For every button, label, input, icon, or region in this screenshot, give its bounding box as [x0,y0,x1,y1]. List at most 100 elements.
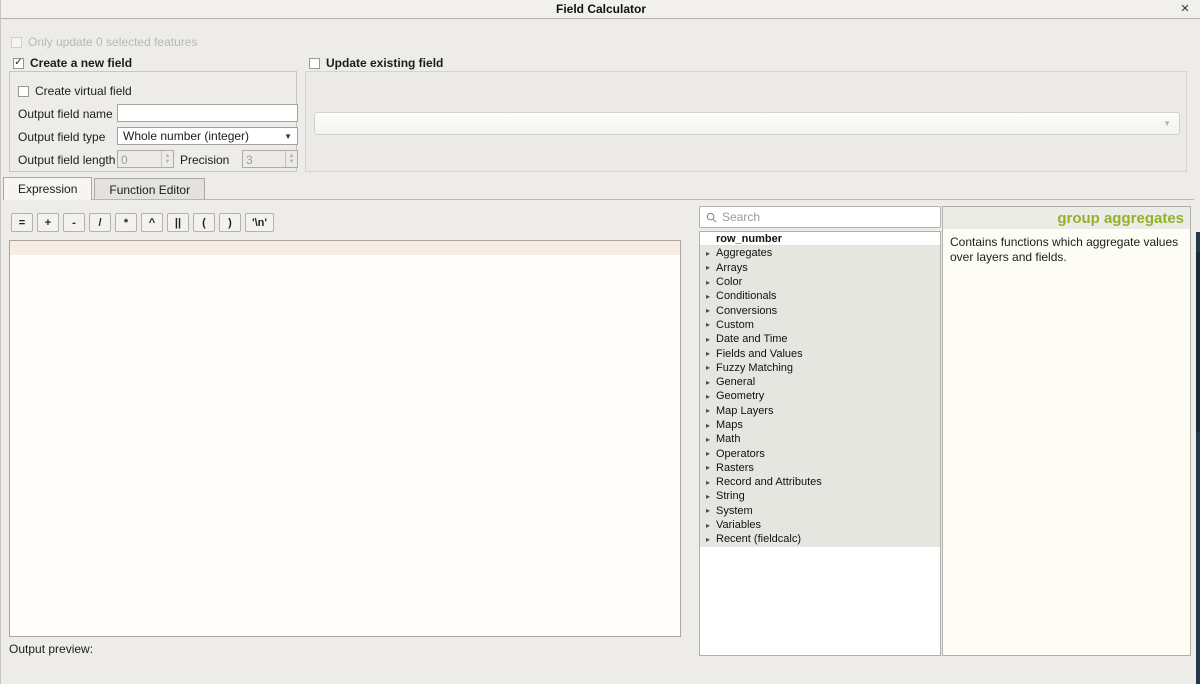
checkbox-box[interactable] [11,37,22,48]
expand-arrow-icon[interactable]: ▸ [702,521,714,530]
create-virtual-field-label: Create virtual field [35,84,132,98]
operator-button[interactable]: || [167,213,189,232]
function-group-label: Fuzzy Matching [714,362,793,374]
expand-arrow-icon[interactable]: ▸ [702,349,714,358]
help-body: Contains functions which aggregate value… [943,229,1190,271]
function-group-item[interactable]: ▸System [700,504,940,518]
title-bar: Field Calculator ✕ [1,0,1200,19]
operator-button[interactable]: + [37,213,59,232]
expand-arrow-icon[interactable]: ▸ [702,392,714,401]
existing-field-groupbox: ▼ [305,71,1187,172]
output-field-type-combo[interactable]: Whole number (integer) ▼ [117,127,298,145]
dialog-title: Field Calculator [556,2,646,16]
background-scrollbar[interactable] [1196,232,1200,684]
expression-editor[interactable] [9,240,681,637]
expand-arrow-icon[interactable]: ▸ [702,363,714,372]
checkbox-checked-box[interactable]: ✓ [13,58,24,69]
function-group-item[interactable]: ▸Custom [700,318,940,332]
tab-divider [3,199,1194,200]
new-field-groupbox: Create virtual field Output field name O… [9,71,297,172]
combo-selected-value: Whole number (integer) [123,129,284,143]
expand-arrow-icon[interactable]: ▸ [702,335,714,344]
chevron-down-icon: ▼ [1163,119,1171,128]
expand-arrow-icon[interactable]: ▸ [702,506,714,515]
function-group-label: General [714,376,755,388]
close-icon[interactable]: ✕ [1177,2,1193,17]
expand-arrow-icon[interactable]: ▸ [702,292,714,301]
function-group-item[interactable]: ▸Fuzzy Matching [700,361,940,375]
function-group-item[interactable]: ▸Arrays [700,261,940,275]
operator-button[interactable]: - [63,213,85,232]
spinner-arrows-icon[interactable]: ▲▼ [161,151,173,167]
expand-arrow-icon[interactable]: ▸ [702,449,714,458]
only-update-checkbox[interactable]: Only update 0 selected features [11,35,197,49]
function-group-item[interactable]: ▸Date and Time [700,332,940,346]
expand-arrow-icon[interactable]: ▸ [702,421,714,430]
function-group-item[interactable]: ▸Fields and Values [700,346,940,360]
tab-bar: Expression Function Editor [3,177,207,200]
function-group-label: Map Layers [714,405,773,417]
tab-function-editor[interactable]: Function Editor [94,178,205,200]
checkbox-box[interactable] [18,86,29,97]
operator-button[interactable]: '\n' [245,213,274,232]
search-input[interactable] [722,210,934,224]
create-new-field-checkbox[interactable]: ✓ Create a new field [13,56,132,70]
tab-expression[interactable]: Expression [3,177,92,200]
function-group-item[interactable]: ▸Color [700,275,940,289]
function-group-label: Date and Time [714,333,788,345]
expand-arrow-icon[interactable]: ▸ [702,463,714,472]
expand-arrow-icon[interactable]: ▸ [702,435,714,444]
function-group-item[interactable]: ▸String [700,489,940,503]
operator-button[interactable]: * [115,213,137,232]
expand-arrow-icon[interactable]: ▸ [702,320,714,329]
function-group-item[interactable]: ▸Aggregates [700,246,940,260]
function-group-item[interactable]: ▸Math [700,432,940,446]
expand-arrow-icon[interactable]: ▸ [702,378,714,387]
operator-button[interactable]: ( [193,213,215,232]
expand-arrow-icon[interactable]: ▸ [702,406,714,415]
function-group-item[interactable]: ▸Maps [700,418,940,432]
only-update-label: Only update 0 selected features [28,35,197,49]
precision-spinner[interactable]: 3 ▲▼ [242,150,298,168]
function-group-item[interactable]: ▸Conditionals [700,289,940,303]
editor-active-line [10,241,680,255]
help-panel: group aggregates Contains functions whic… [942,206,1191,656]
spinner-arrows-icon[interactable]: ▲▼ [285,151,297,167]
expand-arrow-icon[interactable]: ▸ [702,535,714,544]
checkbox-box[interactable] [309,58,320,69]
operator-button[interactable]: / [89,213,111,232]
expand-arrow-icon[interactable]: ▸ [702,478,714,487]
function-group-item[interactable]: ▸Operators [700,446,940,460]
function-search[interactable] [699,206,941,228]
search-icon [706,212,717,223]
function-group-label: Rasters [714,462,754,474]
function-group-item[interactable]: ▸Variables [700,518,940,532]
expand-arrow-icon[interactable]: ▸ [702,306,714,315]
function-group-item[interactable]: ▸Rasters [700,461,940,475]
operator-button[interactable]: = [11,213,33,232]
function-group-item[interactable]: ▸Map Layers [700,404,940,418]
operator-button[interactable]: ) [219,213,241,232]
field-calculator-dialog: Field Calculator ✕ Only update 0 selecte… [0,0,1200,684]
update-existing-field-label: Update existing field [326,56,443,70]
scrollbar-thumb[interactable] [1196,252,1200,432]
function-group-item[interactable]: ▸Recent (fieldcalc) [700,532,940,546]
expand-arrow-icon[interactable]: ▸ [702,278,714,287]
expand-arrow-icon[interactable]: ▸ [702,263,714,272]
function-item-selected[interactable]: row_number [700,232,940,246]
function-group-item[interactable]: ▸Conversions [700,303,940,317]
output-field-length-spinner[interactable]: 0 ▲▼ [117,150,174,168]
create-virtual-field-checkbox[interactable]: Create virtual field [18,84,132,98]
output-field-name-input[interactable] [117,104,298,122]
function-group-item[interactable]: ▸General [700,375,940,389]
expand-arrow-icon[interactable]: ▸ [702,492,714,501]
function-group-label: Fields and Values [714,348,803,360]
function-group-item[interactable]: ▸Geometry [700,389,940,403]
output-field-name-label: Output field name [18,107,113,121]
spinner-value: 3 [243,151,285,167]
expand-arrow-icon[interactable]: ▸ [702,249,714,258]
existing-field-combo[interactable]: ▼ [314,112,1180,135]
update-existing-field-checkbox[interactable]: Update existing field [309,56,443,70]
operator-button[interactable]: ^ [141,213,163,232]
function-group-item[interactable]: ▸Record and Attributes [700,475,940,489]
